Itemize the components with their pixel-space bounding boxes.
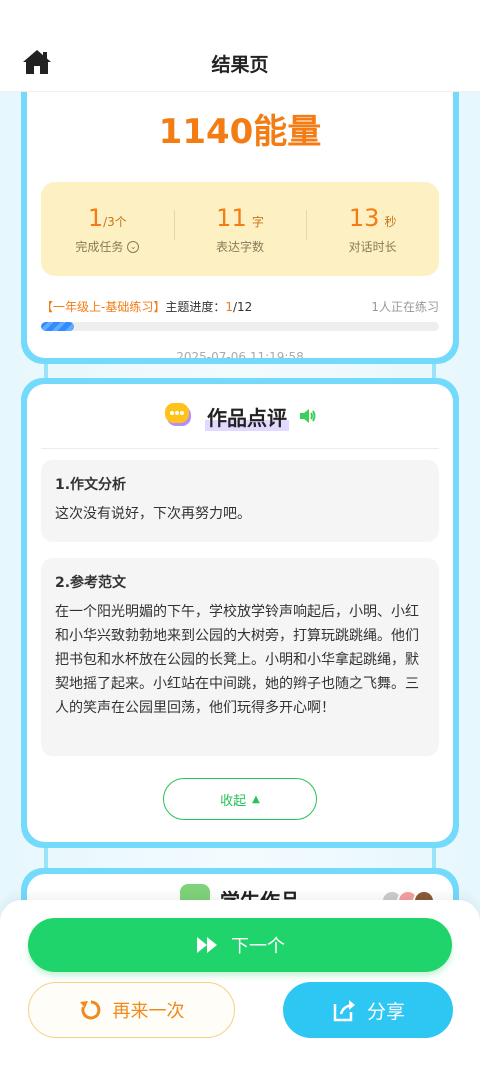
next-button[interactable]: 下一个: [28, 918, 452, 972]
progress-info: 【一年级上-基础练习】主题进度：1/12 1人正在练习: [41, 300, 439, 314]
energy-value: 1140能量: [158, 112, 322, 152]
chat-bubble-icon: [165, 403, 191, 426]
app-header: 结果页: [0, 0, 480, 92]
analysis-section: 1.作文分析 这次没有说好，下次再努力吧。: [41, 460, 439, 542]
fast-forward-icon: [197, 937, 217, 953]
stats-panel: 1/3个 完成任务 ⌄ 11 字 表达字数 13 秒 对话时长: [41, 182, 439, 276]
timestamp: 2025-07-06 11:19:58: [176, 350, 304, 358]
grade-tag: 【一年级上-基础练习】: [41, 300, 166, 314]
stat-word-count: 11 字 表达字数: [173, 204, 307, 255]
share-icon: [333, 1000, 355, 1022]
stat-duration: 13 秒 对话时长: [306, 204, 439, 255]
progress-bar: [41, 322, 439, 331]
retry-button[interactable]: 再来一次: [28, 982, 235, 1038]
share-button[interactable]: 分享: [283, 982, 453, 1038]
divider: [41, 448, 439, 449]
page-title: 结果页: [211, 54, 269, 76]
practice-count: 1人正在练习: [371, 300, 439, 314]
progress-bar-fill: [41, 322, 75, 331]
result-card: 1140能量 1/3个 完成任务 ⌄ 11 字 表达字数 13 秒 对话时长 【…: [21, 92, 459, 364]
refresh-icon: [79, 1000, 100, 1020]
action-panel: 下一个 再来一次 分享: [0, 900, 480, 1066]
stat-tasks[interactable]: 1/3个 完成任务 ⌄: [41, 204, 174, 255]
chevron-up-icon: ▲: [252, 793, 260, 805]
sample-essay-section: 2.参考范文 在一个阳光明媚的下午，学校放学铃声响起后，小明、小红和小华兴致勃勃…: [41, 558, 439, 756]
speaker-icon[interactable]: [297, 406, 317, 426]
review-card: 作品点评 1.作文分析 这次没有说好，下次再努力吧。 2.参考范文 在一个阳光明…: [21, 378, 459, 848]
review-header: 作品点评: [27, 398, 453, 434]
review-title: 作品点评: [205, 401, 289, 431]
collapse-button[interactable]: 收起 ▲: [163, 778, 317, 820]
chevron-down-icon[interactable]: ⌄: [127, 241, 140, 253]
